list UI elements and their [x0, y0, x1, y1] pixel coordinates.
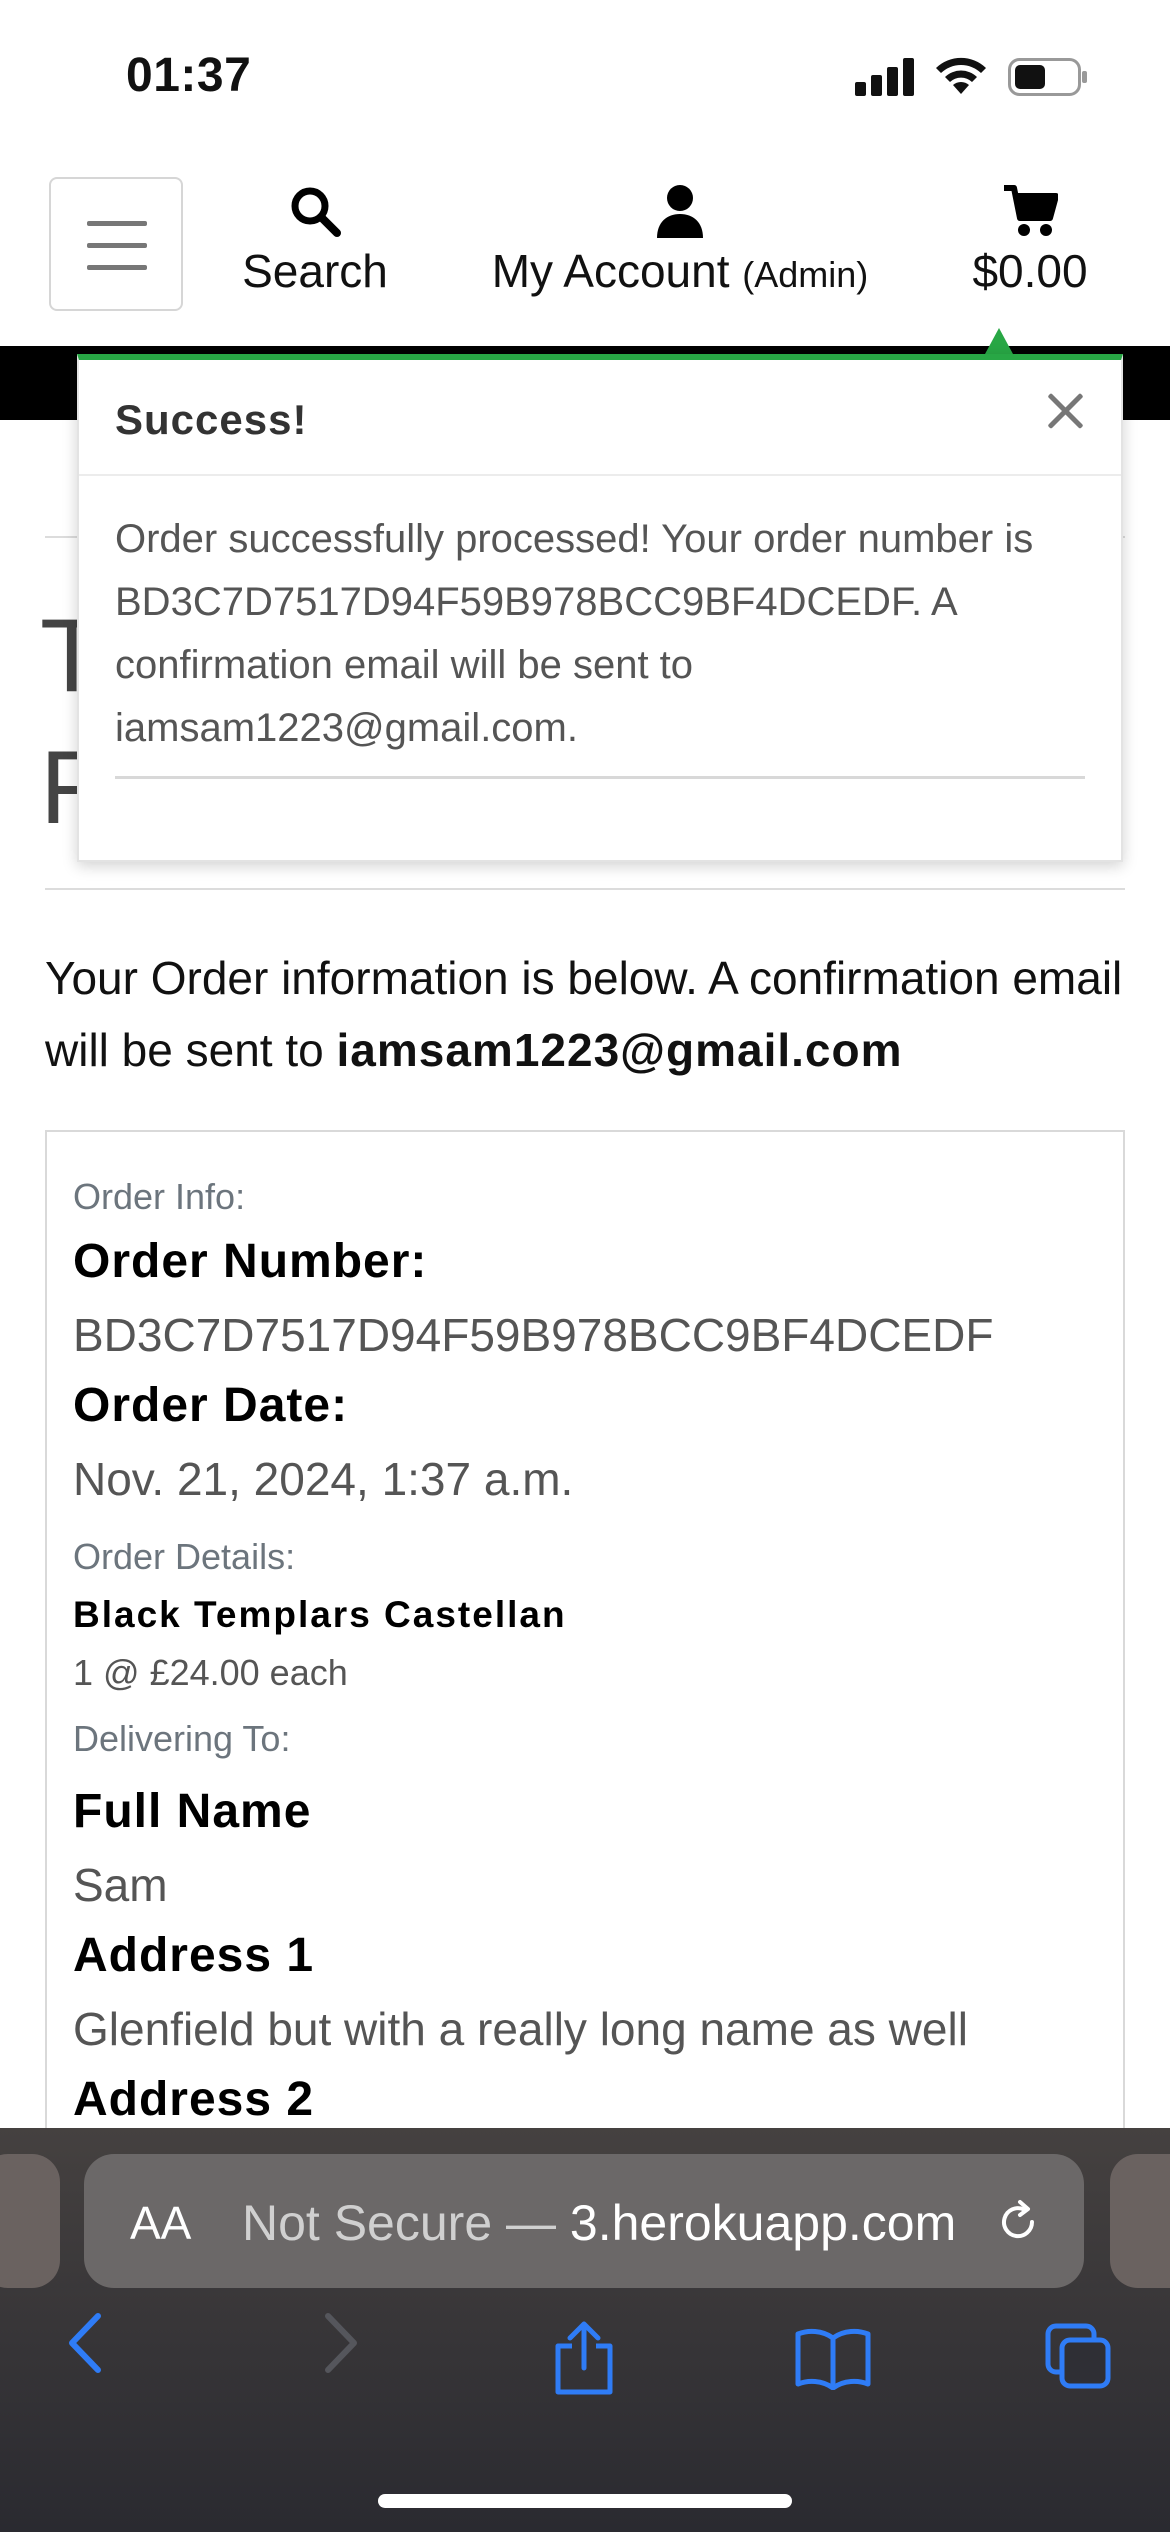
address1-value: Glenfield but with a really long name as…: [73, 2003, 968, 2055]
search-icon: [291, 187, 341, 237]
address-bar[interactable]: AA Not Secure — 3.herokuapp.com: [84, 2154, 1084, 2288]
success-toast: Success! Order successfully processed! Y…: [77, 354, 1123, 862]
nav-my-account[interactable]: My Account (Admin): [470, 184, 890, 298]
order-intro-text: Your Order information is below. A confi…: [45, 942, 1135, 1086]
intro-email: iamsam1223@gmail.com: [336, 1024, 903, 1076]
toast-arrow: [985, 328, 1013, 354]
url-domain: 3.herokuapp.com: [569, 2195, 957, 2251]
close-icon[interactable]: [1045, 390, 1085, 430]
bookmarks-icon[interactable]: [794, 2326, 872, 2390]
user-icon: [657, 185, 703, 238]
full-name-heading: Full Name: [73, 1785, 312, 1838]
order-date-heading: Order Date:: [73, 1379, 349, 1432]
nav-search-label: Search: [242, 245, 388, 297]
order-item-name: Black Templars Castellan: [73, 1594, 567, 1635]
address2-heading: Address 2: [73, 2073, 315, 2126]
cellular-signal-icon: [855, 58, 915, 96]
toast-title: Success!: [115, 396, 308, 443]
back-icon[interactable]: [62, 2310, 110, 2376]
nav-account-role: (Admin): [742, 254, 869, 295]
order-item-qty: 1 @ £24.00 each: [73, 1652, 348, 1693]
toast-divider: [115, 776, 1085, 779]
nav-search[interactable]: Search: [240, 184, 390, 298]
toast-header: Success!: [79, 360, 1121, 476]
status-time: 01:37: [126, 49, 252, 102]
url-security: Not Secure —: [242, 2195, 570, 2251]
address1-heading: Address 1: [73, 1929, 315, 1982]
nav-cart[interactable]: $0.00: [955, 184, 1105, 298]
order-date-value: Nov. 21, 2024, 1:37 a.m.: [73, 1453, 574, 1505]
battery-icon: [1008, 58, 1087, 96]
nav-cart-total: $0.00: [972, 245, 1088, 297]
order-info-card: Order Info: Order Number: BD3C7D7517D94F…: [45, 1130, 1125, 2230]
home-indicator: [378, 2494, 792, 2508]
full-name-value: Sam: [73, 1859, 168, 1911]
tabs-icon[interactable]: [1044, 2322, 1114, 2392]
order-details-label: Order Details:: [73, 1536, 296, 1577]
wifi-icon: [936, 57, 986, 94]
forward-icon[interactable]: [316, 2310, 364, 2376]
menu-toggle-button[interactable]: [49, 177, 183, 311]
next-tab-preview[interactable]: [1110, 2154, 1170, 2288]
url-text: Not Secure — 3.herokuapp.com: [242, 2194, 956, 2252]
status-bar: 01:37: [0, 0, 1170, 150]
previous-tab-preview[interactable]: [0, 2154, 60, 2288]
share-icon[interactable]: [552, 2320, 616, 2396]
order-number-heading: Order Number:: [73, 1235, 428, 1288]
divider-bottom: [45, 888, 1125, 890]
order-info-label: Order Info:: [73, 1176, 246, 1217]
site-header: Search My Account (Admin) $0.00: [0, 150, 1170, 346]
cart-icon: [1004, 185, 1058, 236]
delivering-to-label: Delivering To:: [73, 1718, 291, 1759]
nav-account-label: My Account: [491, 245, 730, 297]
order-number-value: BD3C7D7517D94F59B978BCC9BF4DCEDF: [73, 1309, 994, 1361]
reload-icon[interactable]: [994, 2198, 1042, 2246]
reader-options-button[interactable]: AA: [130, 2196, 191, 2250]
toast-message: Order successfully processed! Your order…: [115, 517, 1034, 750]
